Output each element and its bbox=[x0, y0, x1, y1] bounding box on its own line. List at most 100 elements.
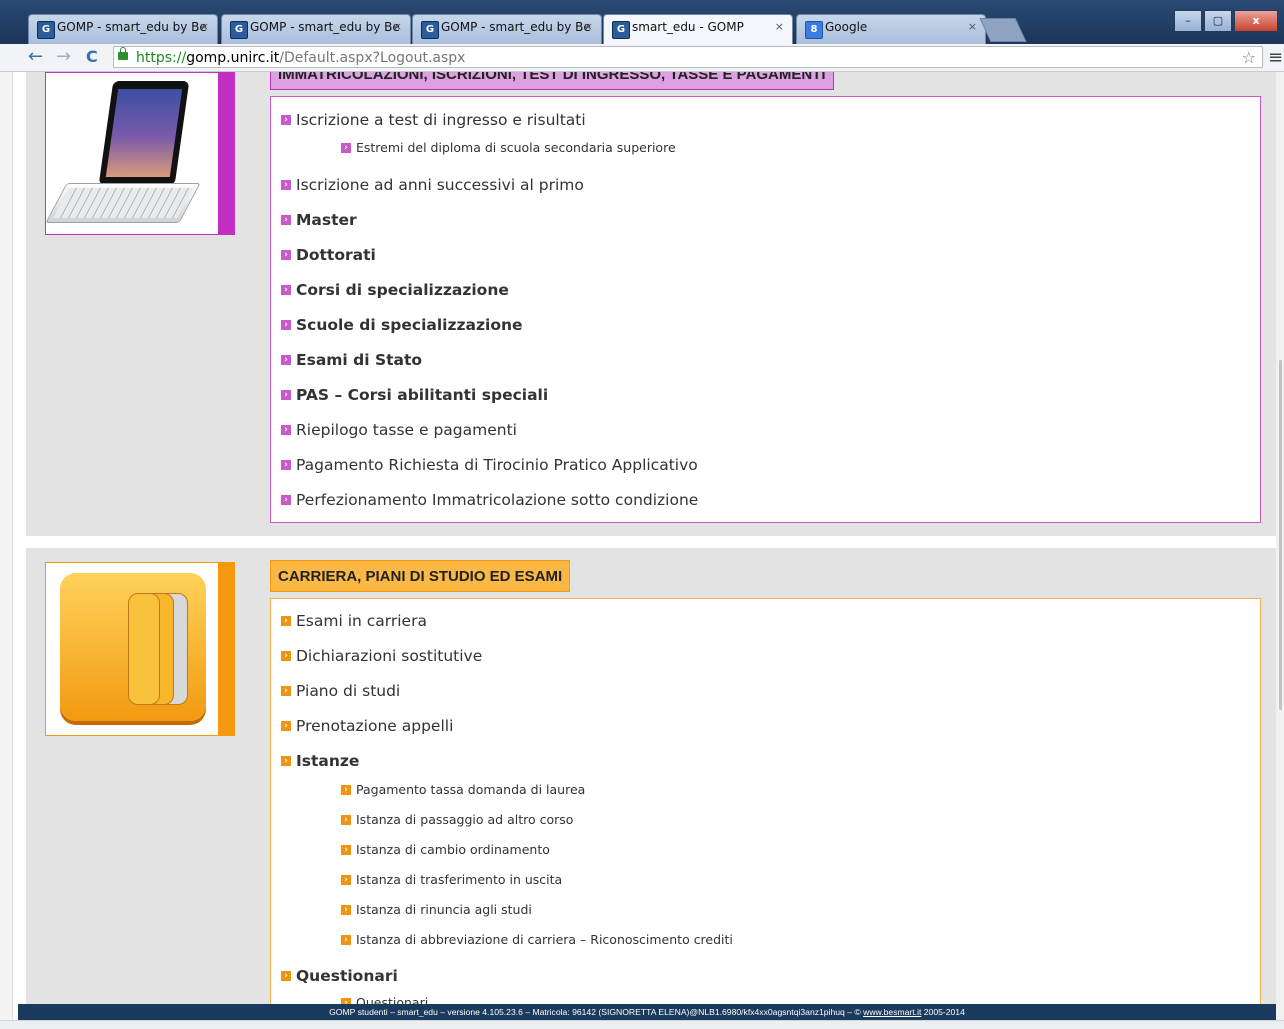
browser-tab-5[interactable]: 8 Google × bbox=[796, 14, 986, 44]
link-prenotazione-appelli[interactable]: › Prenotazione appelli bbox=[281, 717, 453, 735]
section-header: IMMATRICOLAZIONI, ISCRIZIONI, TEST DI IN… bbox=[270, 72, 834, 90]
tab-title: Google bbox=[825, 20, 868, 34]
gomp-favicon-icon: G bbox=[230, 21, 248, 39]
close-tab-icon[interactable]: × bbox=[393, 20, 402, 33]
browser-menu-icon[interactable]: ≡ bbox=[1268, 47, 1283, 68]
reload-icon[interactable]: C bbox=[86, 47, 98, 67]
link-iscrizione-test[interactable]: › Iscrizione a test di ingresso e risulta… bbox=[281, 111, 586, 129]
gomp-favicon-icon: G bbox=[37, 21, 55, 39]
url-path: /Default.aspx?Logout.aspx bbox=[279, 50, 466, 66]
link-label: Esami di Stato bbox=[296, 351, 423, 369]
arrow-right-icon: › bbox=[281, 686, 291, 696]
tab-title: GOMP - smart_edu by Be bbox=[441, 20, 591, 34]
link-istanze[interactable]: › Istanze bbox=[281, 752, 359, 770]
link-perfezionamento[interactable]: › Perfezionamento Immatricolazione sotto … bbox=[281, 491, 698, 509]
back-arrow-icon[interactable]: ← bbox=[28, 47, 43, 67]
window-controls: – ▢ x bbox=[1172, 10, 1278, 32]
bookmark-star-icon[interactable]: ☆ bbox=[1242, 47, 1256, 69]
section-thumbnail bbox=[45, 72, 235, 235]
arrow-right-icon: › bbox=[341, 784, 351, 795]
link-corsi-specializzazione[interactable]: › Corsi di specializzazione bbox=[281, 281, 509, 299]
section-immatricolazioni: IMMATRICOLAZIONI, ISCRIZIONI, TEST DI IN… bbox=[26, 72, 1276, 536]
footer-years: 2005-2014 bbox=[921, 1007, 965, 1017]
link-pagamento-tirocinio[interactable]: › Pagamento Richiesta di Tirocinio Pratic… bbox=[281, 456, 698, 474]
browser-tab-4[interactable]: G smart_edu - GOMP × bbox=[603, 14, 793, 44]
link-cambio-ordinamento[interactable]: › Istanza di cambio ordinamento bbox=[341, 842, 550, 857]
browser-tab-3[interactable]: G GOMP - smart_edu by Be × bbox=[412, 14, 602, 44]
page-viewport: IMMATRICOLAZIONI, ISCRIZIONI, TEST DI IN… bbox=[0, 72, 1276, 1020]
close-window-button[interactable]: x bbox=[1234, 10, 1278, 32]
close-tab-icon[interactable]: × bbox=[200, 20, 209, 33]
arrow-right-icon: › bbox=[281, 250, 291, 260]
link-rinuncia[interactable]: › Istanza di rinuncia agli studi bbox=[341, 902, 532, 917]
vertical-scrollbar-thumb[interactable] bbox=[1279, 360, 1282, 710]
close-tab-icon[interactable]: × bbox=[584, 20, 593, 33]
lock-icon bbox=[118, 47, 128, 60]
link-label: PAS – Corsi abilitanti speciali bbox=[296, 386, 549, 404]
link-questionari[interactable]: › Questionari bbox=[281, 967, 398, 985]
arrow-right-icon: › bbox=[281, 971, 291, 981]
arrow-right-icon: › bbox=[281, 460, 291, 470]
link-label: Istanza di rinuncia agli studi bbox=[356, 902, 532, 917]
link-label: Scuole di specializzazione bbox=[296, 316, 523, 334]
link-riepilogo-tasse[interactable]: › Riepilogo tasse e pagamenti bbox=[281, 421, 517, 439]
link-label: Istanza di abbreviazione di carriera – R… bbox=[356, 932, 733, 947]
browser-tab-1[interactable]: G GOMP - smart_edu by Be × bbox=[28, 14, 218, 44]
link-label: Istanza di passaggio ad altro corso bbox=[356, 812, 574, 827]
link-label: Pagamento tassa domanda di laurea bbox=[356, 782, 586, 797]
link-abbreviazione[interactable]: › Istanza di abbreviazione di carriera – … bbox=[341, 932, 733, 947]
minimize-button[interactable]: – bbox=[1174, 10, 1202, 32]
tab-title: GOMP - smart_edu by Be bbox=[57, 20, 207, 34]
section-thumbnail bbox=[45, 562, 235, 736]
link-piano-studi[interactable]: › Piano di studi bbox=[281, 682, 400, 700]
arrow-right-icon: › bbox=[341, 934, 351, 945]
link-label: Dottorati bbox=[296, 246, 376, 264]
link-master[interactable]: › Master bbox=[281, 211, 357, 229]
link-label: Master bbox=[296, 211, 357, 229]
link-anni-successivi[interactable]: › Iscrizione ad anni successivi al primo bbox=[281, 176, 584, 194]
new-tab-button[interactable] bbox=[979, 18, 1027, 42]
link-pas[interactable]: › PAS – Corsi abilitanti speciali bbox=[281, 386, 548, 404]
close-tab-icon[interactable]: × bbox=[775, 20, 784, 33]
link-trasferimento[interactable]: › Istanza di trasferimento in uscita bbox=[341, 872, 562, 887]
arrow-right-icon: › bbox=[281, 285, 291, 295]
maximize-button[interactable]: ▢ bbox=[1204, 10, 1232, 32]
url-host: gomp.unirc.it bbox=[186, 50, 280, 66]
link-passaggio-corso[interactable]: › Istanza di passaggio ad altro corso bbox=[341, 812, 573, 827]
link-esami-stato[interactable]: › Esami di Stato bbox=[281, 351, 422, 369]
link-scuole-specializzazione[interactable]: › Scuole di specializzazione bbox=[281, 316, 523, 334]
left-gutter bbox=[0, 72, 13, 1020]
link-label: Iscrizione a test di ingresso e risultat… bbox=[296, 111, 586, 129]
link-label: Dichiarazioni sostitutive bbox=[296, 647, 483, 665]
tablet-icon bbox=[98, 81, 190, 185]
link-label: Piano di studi bbox=[296, 682, 401, 700]
arrow-right-icon: › bbox=[281, 756, 291, 766]
browser-toolbar: ← → C https://gomp.unirc.it/Default.aspx… bbox=[0, 44, 1284, 72]
link-estremi-diploma[interactable]: › Estremi del diploma di scuola secondari… bbox=[341, 140, 676, 155]
browser-tab-2[interactable]: G GOMP - smart_edu by Be × bbox=[221, 14, 411, 44]
address-bar[interactable]: https://gomp.unirc.it/Default.aspx?Logou… bbox=[113, 46, 1263, 68]
gomp-favicon-icon: G bbox=[421, 21, 439, 39]
arrow-right-icon: › bbox=[281, 495, 291, 505]
footer-status-bar: GOMP studenti – smart_edu – versione 4.1… bbox=[18, 1004, 1276, 1020]
footer-link[interactable]: www.besmart.it bbox=[863, 1007, 921, 1017]
link-label: Istanze bbox=[296, 752, 360, 770]
arrow-right-icon: › bbox=[341, 874, 351, 885]
link-esami-carriera[interactable]: › Esami in carriera bbox=[281, 612, 427, 630]
link-label: Iscrizione ad anni successivi al primo bbox=[296, 176, 584, 194]
link-dottorati[interactable]: › Dottorati bbox=[281, 246, 376, 264]
link-label: Perfezionamento Immatricolazione sotto c… bbox=[296, 491, 699, 509]
link-tassa-laurea[interactable]: › Pagamento tassa domanda di laurea bbox=[341, 782, 585, 797]
keyboard-icon bbox=[45, 183, 201, 223]
arrow-right-icon: › bbox=[281, 215, 291, 225]
tab-title: GOMP - smart_edu by Be bbox=[250, 20, 400, 34]
link-label: Riepilogo tasse e pagamenti bbox=[296, 421, 517, 439]
section-links-panel: › Esami in carriera › Dichiarazioni sostit… bbox=[270, 598, 1261, 1020]
forward-arrow-icon[interactable]: → bbox=[56, 47, 71, 67]
arrow-right-icon: › bbox=[341, 814, 351, 825]
link-label: Istanza di trasferimento in uscita bbox=[356, 872, 563, 887]
link-label: Estremi del diploma di scuola secondaria… bbox=[356, 140, 676, 155]
close-tab-icon[interactable]: × bbox=[968, 20, 977, 33]
link-dichiarazioni[interactable]: › Dichiarazioni sostitutive bbox=[281, 647, 482, 665]
arrow-right-icon: › bbox=[281, 355, 291, 365]
